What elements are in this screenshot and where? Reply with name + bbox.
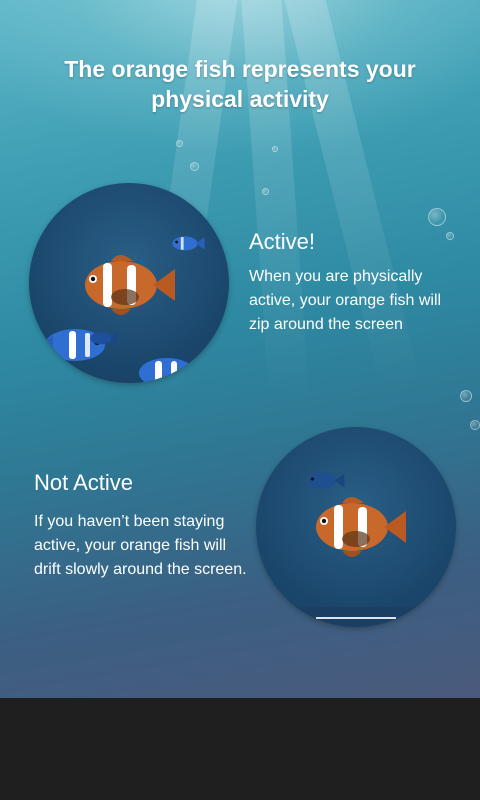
inactive-title: Not Active bbox=[34, 470, 134, 495]
orange-fish bbox=[85, 255, 175, 315]
ocean-background: The orange fish represents your physical… bbox=[0, 0, 480, 698]
bubble bbox=[190, 162, 199, 171]
headline: The orange fish represents your physical… bbox=[64, 56, 416, 112]
inactive-fish-art bbox=[256, 472, 456, 627]
blue-fish bbox=[90, 332, 118, 345]
bottom-bar bbox=[0, 698, 480, 800]
blue-fish bbox=[307, 472, 345, 489]
active-title: Active! bbox=[249, 229, 316, 254]
blue-fish bbox=[139, 358, 195, 383]
bubble bbox=[446, 232, 454, 240]
orange-fish bbox=[316, 497, 406, 557]
bubble bbox=[262, 188, 269, 195]
onboarding-screen: The orange fish represents your physical… bbox=[0, 0, 480, 800]
bubble bbox=[428, 208, 446, 226]
active-fish-illustration bbox=[29, 183, 229, 383]
seafloor-line bbox=[316, 617, 396, 619]
bubble bbox=[470, 420, 480, 430]
inactive-fish-illustration bbox=[256, 427, 456, 627]
active-fish-art bbox=[41, 236, 205, 383]
active-description: When you are physically active, your ora… bbox=[249, 268, 442, 333]
inactive-description: If you haven’t been staying active, your… bbox=[34, 513, 247, 578]
bubble bbox=[460, 390, 472, 402]
bubble bbox=[272, 146, 278, 152]
blue-fish bbox=[172, 236, 205, 251]
bubble bbox=[176, 140, 183, 147]
